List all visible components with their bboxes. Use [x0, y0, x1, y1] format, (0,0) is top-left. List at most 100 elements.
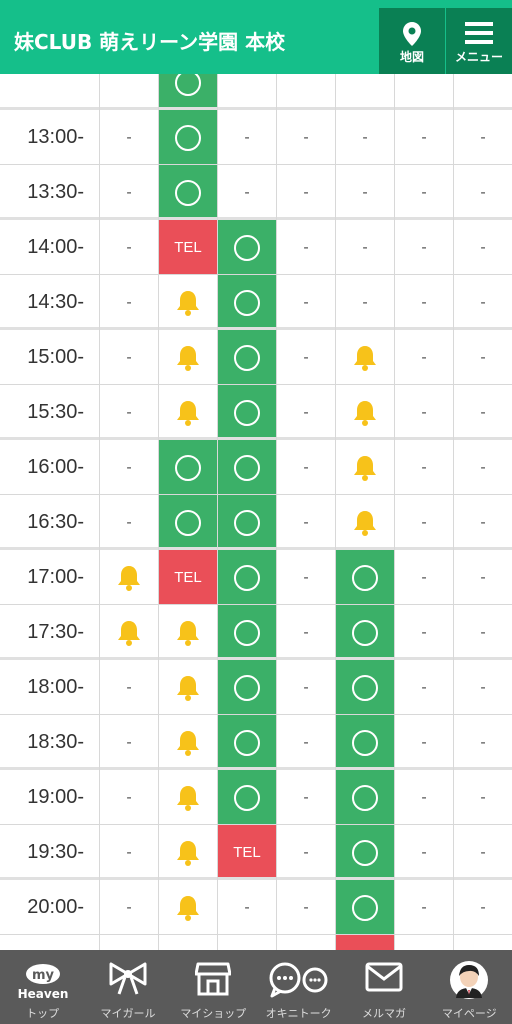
slot-available[interactable]	[159, 440, 217, 495]
shop-title: 妹CLUB 萌えリーン学園 本校	[14, 30, 286, 54]
dash-label: -	[303, 623, 309, 641]
slot-bell[interactable]	[159, 825, 217, 880]
slot-available[interactable]	[218, 220, 276, 275]
slot-bell[interactable]	[336, 495, 394, 550]
dash-label: -	[303, 128, 309, 146]
dash-label: -	[421, 898, 427, 916]
dash-label: -	[126, 238, 132, 256]
slot-bell[interactable]	[159, 880, 217, 935]
slot-bell[interactable]	[159, 715, 217, 770]
nav-item-top[interactable]: my Heaven トップ	[0, 950, 85, 1024]
dash-label: -	[421, 293, 427, 311]
available-circle-icon	[175, 454, 201, 481]
slot-tel[interactable]: TEL	[159, 220, 217, 275]
slot-bell[interactable]	[100, 550, 158, 605]
dash-label: -	[244, 183, 250, 201]
slot-available[interactable]	[218, 440, 276, 495]
nav-item-my-shop[interactable]: マイショップ	[171, 950, 256, 1024]
dash-label: -	[480, 898, 486, 916]
dash-label: -	[244, 128, 250, 146]
slot-unavailable: -	[100, 385, 158, 440]
bottom-nav: my Heaven トップ マイガール マイショップ オキニトーク メルマガ マ…	[0, 950, 512, 1024]
slot-unavailable: -	[454, 165, 512, 220]
slot-available[interactable]	[218, 495, 276, 550]
time-label: 18:00-	[27, 676, 84, 698]
slot-unavailable: -	[454, 220, 512, 275]
available-circle-icon	[352, 729, 378, 756]
bell-icon	[118, 565, 140, 591]
time-label: 13:00-	[27, 126, 84, 148]
slot-unavailable: -	[454, 385, 512, 440]
slot-bell[interactable]	[100, 605, 158, 660]
menu-button[interactable]: メニュー	[446, 8, 512, 74]
slot-available[interactable]	[336, 770, 394, 825]
slot-available[interactable]	[336, 605, 394, 660]
bell-icon	[177, 620, 199, 646]
slot-available[interactable]	[218, 385, 276, 440]
slot-bell[interactable]	[159, 275, 217, 330]
shop-icon	[195, 962, 232, 996]
slot-bell[interactable]	[159, 330, 217, 385]
dash-label: -	[303, 733, 309, 751]
slot-available[interactable]	[218, 660, 276, 715]
nav-item-mail-magazine[interactable]: メルマガ	[341, 950, 426, 1024]
slot-unavailable: -	[277, 275, 335, 330]
slot-bell[interactable]	[159, 660, 217, 715]
column-divider	[394, 74, 395, 954]
dash-label: -	[303, 348, 309, 366]
dash-label: -	[126, 293, 132, 311]
slot-available[interactable]	[159, 110, 217, 165]
heaven-logo-bottom: Heaven	[17, 987, 68, 1001]
available-circle-icon	[352, 839, 378, 866]
slot-available[interactable]	[336, 660, 394, 715]
nav-label-my-shop: マイショップ	[180, 1007, 247, 1020]
slot-unavailable: -	[395, 495, 453, 550]
nav-item-my-girl[interactable]: マイガール	[85, 950, 170, 1024]
slot-available[interactable]	[218, 715, 276, 770]
time-label: 18:30-	[27, 731, 84, 753]
slot-available[interactable]	[159, 495, 217, 550]
slot-available[interactable]	[218, 770, 276, 825]
slot-available[interactable]	[336, 825, 394, 880]
slot-available[interactable]	[336, 550, 394, 605]
slot-available[interactable]	[218, 605, 276, 660]
slot-unavailable: -	[277, 715, 335, 770]
slot-available[interactable]	[218, 330, 276, 385]
nav-item-my-page[interactable]: マイページ	[427, 950, 512, 1024]
slot-unavailable: -	[218, 165, 276, 220]
slot-bell[interactable]	[159, 770, 217, 825]
slot-tel[interactable]: TEL	[218, 825, 276, 880]
column-divider	[453, 74, 454, 954]
dash-label: -	[421, 843, 427, 861]
slot-available[interactable]	[218, 550, 276, 605]
schedule-row: 13:00- - - - - - -	[0, 110, 512, 165]
time-label: 16:30-	[27, 511, 84, 533]
slot-bell[interactable]	[159, 605, 217, 660]
slot-tel[interactable]: TEL	[159, 550, 217, 605]
dash-label: -	[421, 348, 427, 366]
hamburger-icon	[465, 22, 493, 44]
schedule-row: 15:30- - - - -	[0, 385, 512, 440]
dash-label: -	[303, 403, 309, 421]
schedule-row: 19:00- - - - -	[0, 770, 512, 825]
time-label: 15:00-	[27, 346, 84, 368]
slot-available[interactable]	[218, 275, 276, 330]
slot-unavailable: -	[454, 495, 512, 550]
slot-unavailable: -	[277, 495, 335, 550]
slot-available[interactable]	[336, 715, 394, 770]
slot-bell[interactable]	[336, 440, 394, 495]
nav-label-my-page: マイページ	[441, 1007, 497, 1020]
slot-bell[interactable]	[336, 330, 394, 385]
map-button[interactable]: 地図	[379, 8, 445, 74]
slot-unavailable: -	[395, 770, 453, 825]
bell-icon	[354, 510, 376, 536]
available-circle-icon	[234, 784, 260, 811]
slot-available[interactable]	[336, 880, 394, 935]
bell-icon	[177, 345, 199, 371]
slot-bell[interactable]	[336, 385, 394, 440]
available-circle-icon	[234, 344, 260, 371]
slot-unavailable: -	[454, 660, 512, 715]
slot-available[interactable]	[159, 165, 217, 220]
nav-item-okini-talk[interactable]: オキニトーク	[256, 950, 341, 1024]
slot-bell[interactable]	[159, 385, 217, 440]
